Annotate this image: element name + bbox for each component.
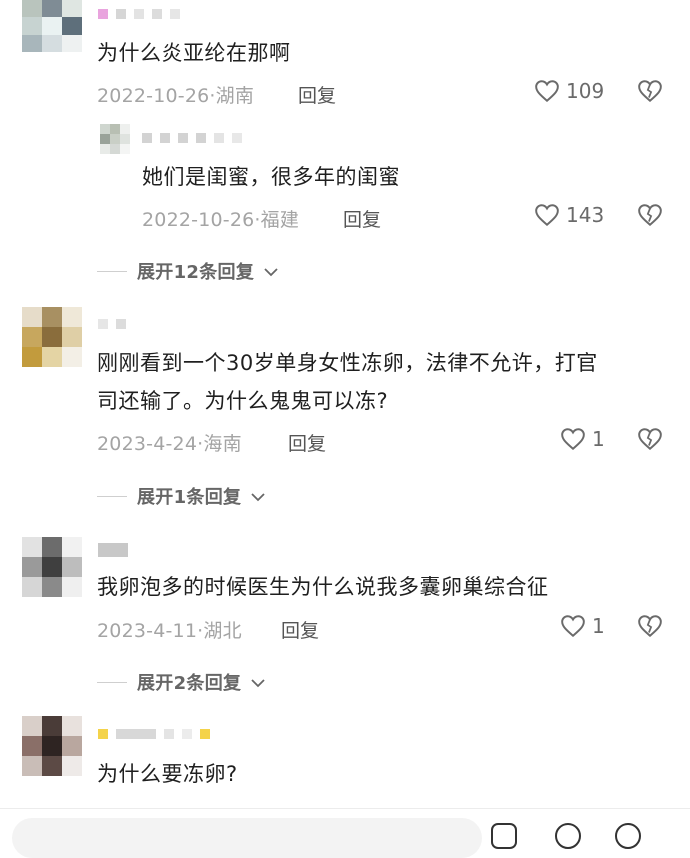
like-count: 1: [592, 427, 605, 451]
divider: [97, 270, 127, 272]
comment-text: 她们是闺蜜，很多年的闺蜜: [142, 165, 400, 189]
avatar[interactable]: [22, 0, 82, 52]
comment-meta: 2022-10-26·福建: [142, 209, 300, 231]
divider: [97, 681, 127, 683]
avatar[interactable]: [22, 307, 82, 367]
at-icon[interactable]: [488, 820, 520, 852]
comment-text: 为什么要冻卵?: [97, 762, 238, 786]
expand-replies-label: 展开1条回复: [137, 487, 242, 508]
like-button[interactable]: 1: [560, 427, 605, 451]
heart-icon: [535, 204, 559, 227]
username[interactable]: [98, 318, 126, 330]
dislike-button[interactable]: [637, 79, 663, 107]
reply-button[interactable]: 回复: [288, 429, 326, 456]
heart-icon: [561, 428, 585, 451]
expand-replies-label: 展开2条回复: [137, 673, 242, 694]
username[interactable]: [98, 543, 128, 557]
like-button[interactable]: 143: [534, 203, 604, 227]
comment-input[interactable]: [12, 818, 482, 858]
expand-replies-button[interactable]: 展开12条回复: [97, 258, 278, 284]
avatar[interactable]: [22, 716, 82, 776]
expand-replies-button[interactable]: 展开2条回复: [97, 669, 265, 695]
like-count: 143: [566, 203, 605, 227]
username[interactable]: [98, 728, 210, 740]
like-count: 109: [566, 79, 605, 103]
like-count: 1: [592, 614, 605, 638]
comment-text: 刚刚看到一个30岁单身女性冻卵，法律不允许，打官 司还输了。为什么鬼鬼可以冻?: [97, 351, 598, 413]
chevron-down-icon: [251, 673, 265, 692]
heart-icon: [535, 80, 559, 103]
broken-heart-icon: [638, 615, 662, 638]
broken-heart-icon: [638, 204, 662, 227]
reply-button[interactable]: 回复: [343, 205, 381, 232]
divider: [97, 495, 127, 497]
broken-heart-icon: [638, 80, 662, 103]
dislike-button[interactable]: [637, 427, 663, 455]
comment-meta: 2022-10-26·湖南: [97, 85, 255, 107]
like-button[interactable]: 109: [534, 79, 604, 103]
expand-replies-button[interactable]: 展开1条回复: [97, 483, 265, 509]
chevron-down-icon: [264, 262, 278, 281]
avatar[interactable]: [100, 124, 130, 154]
expand-replies-label: 展开12条回复: [137, 262, 255, 283]
comment-meta: 2023-4-11·湖北: [97, 620, 242, 642]
comment-meta: 2023-4-24·海南: [97, 433, 242, 455]
dislike-button[interactable]: [637, 203, 663, 231]
broken-heart-icon: [638, 428, 662, 451]
avatar[interactable]: [22, 537, 82, 597]
heart-icon: [561, 615, 585, 638]
chevron-down-icon: [251, 487, 265, 506]
emoji-icon[interactable]: [552, 820, 584, 852]
like-button[interactable]: 1: [560, 614, 605, 638]
dislike-button[interactable]: [637, 614, 663, 642]
reply-button[interactable]: 回复: [281, 616, 319, 643]
username[interactable]: [142, 132, 242, 144]
username[interactable]: [98, 8, 180, 20]
image-icon[interactable]: [612, 820, 644, 852]
comment-text: 为什么炎亚纶在那啊: [97, 41, 291, 65]
reply-button[interactable]: 回复: [298, 81, 336, 108]
comment-text: 我卵泡多的时候医生为什么说我多囊卵巢综合征: [97, 575, 549, 599]
